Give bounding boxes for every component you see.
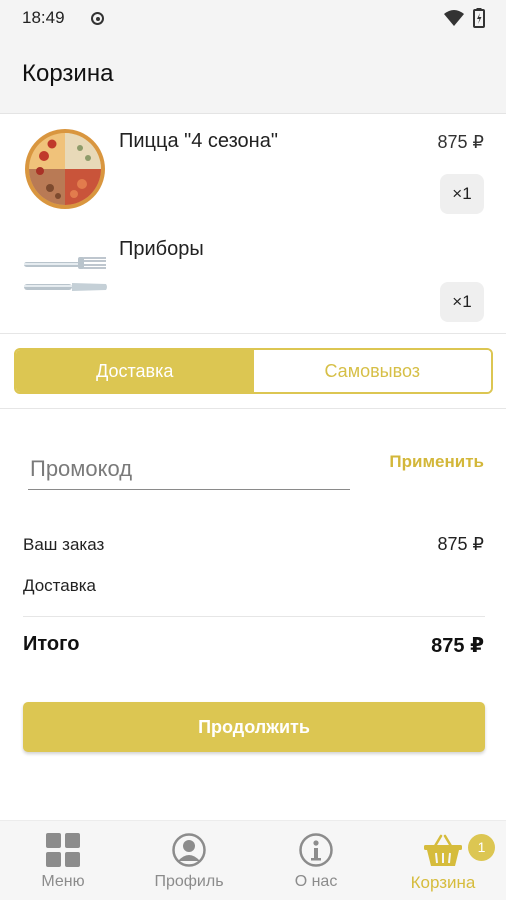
delivery-label: Доставка (23, 576, 97, 595)
cutlery-image (24, 257, 107, 291)
nav-item-menu[interactable]: Меню (0, 821, 126, 900)
battery-icon (473, 8, 485, 28)
info-icon (299, 833, 333, 867)
status-time: 18:49 (22, 8, 65, 27)
nav-label-cart: Корзина (410, 873, 476, 892)
apply-promo-button[interactable]: Применить (389, 452, 484, 472)
nav-item-about[interactable]: О нас (253, 821, 379, 900)
continue-button[interactable]: Продолжить (23, 702, 485, 752)
nav-label-profile: Профиль (154, 873, 224, 890)
item-name: Пицца "4 сезона" (119, 130, 278, 152)
pizza-image (25, 129, 105, 209)
nav-label-menu: Меню (41, 873, 85, 890)
order-label: Ваш заказ (23, 535, 105, 554)
wifi-icon (444, 10, 464, 26)
divider (23, 616, 485, 617)
divider (0, 408, 506, 409)
notification-dot-icon (91, 12, 104, 25)
nav-item-cart[interactable]: Корзина (380, 821, 506, 900)
promo-code-input[interactable] (28, 448, 350, 490)
item-name: Приборы (119, 238, 204, 260)
page-title: Корзина (22, 60, 114, 87)
cart-item[interactable]: Пицца "4 сезона" 875 ₽ ×1 (0, 116, 506, 224)
pickup-option[interactable]: Самовывоз (253, 350, 491, 392)
cart-item[interactable]: Приборы ×1 (0, 224, 506, 332)
total-label: Итого (23, 633, 80, 655)
app-bar: Корзина (0, 36, 506, 114)
grid-icon (46, 833, 80, 867)
basket-icon (424, 834, 462, 866)
item-price: 875 ₽ (437, 132, 485, 152)
quantity-button[interactable]: ×1 (440, 174, 484, 214)
nav-item-profile[interactable]: Профиль (126, 821, 252, 900)
bottom-navigation: Меню Профиль О нас Корзина (0, 820, 506, 900)
nav-label-about: О нас (294, 873, 338, 890)
delivery-option[interactable]: Доставка (16, 350, 254, 392)
total-value: 875 ₽ (431, 635, 484, 657)
divider (0, 333, 506, 334)
profile-icon (172, 833, 206, 867)
delivery-method-toggle: Доставка Самовывоз (14, 348, 493, 394)
quantity-button[interactable]: ×1 (440, 282, 484, 322)
order-value: 875 ₽ (437, 534, 485, 554)
status-bar: 18:49 (0, 0, 506, 36)
cart-count-badge: 1 (468, 834, 495, 861)
